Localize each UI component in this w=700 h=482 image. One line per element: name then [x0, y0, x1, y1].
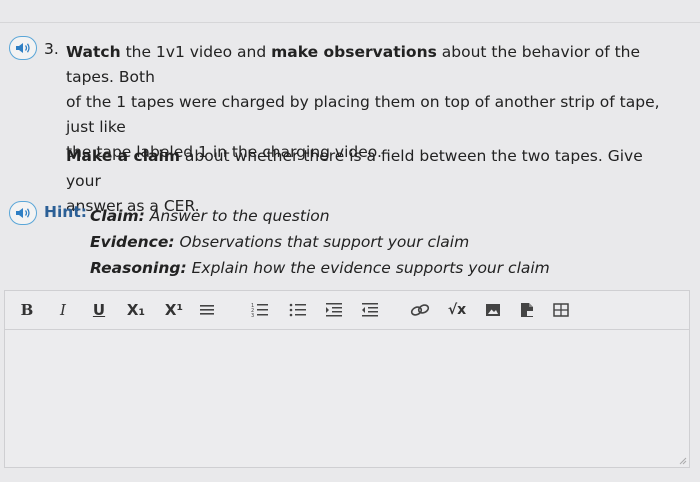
- align-icon: [200, 305, 214, 315]
- hint-claim-text: Answer to the question: [144, 207, 330, 225]
- subscript-button[interactable]: X₁: [123, 299, 149, 321]
- question-number: 3.: [44, 40, 59, 58]
- speaker-icon: [16, 208, 30, 218]
- hint-claim: Claim: Answer to the question: [90, 203, 550, 229]
- question-bold-observations: make observations: [271, 43, 437, 61]
- italic-button[interactable]: I: [53, 299, 73, 321]
- equation-button[interactable]: √x: [443, 299, 471, 321]
- image-icon: [486, 304, 500, 316]
- unordered-list-icon: [289, 303, 306, 317]
- speaker-icon: [16, 43, 30, 53]
- claim-bold: Make a claim: [66, 147, 180, 165]
- pdf-button[interactable]: [517, 299, 537, 321]
- outdent-button[interactable]: [359, 299, 381, 321]
- hint-reasoning: Reasoning: Explain how the evidence supp…: [90, 255, 550, 281]
- unordered-list-button[interactable]: [287, 299, 309, 321]
- hint-reasoning-text: Explain how the evidence supports your c…: [186, 259, 550, 277]
- editor-toolbar: B I U X₁ X¹ 1 2 3 √x: [5, 291, 689, 330]
- answer-editor: B I U X₁ X¹ 1 2 3 √x: [4, 290, 690, 468]
- resize-handle-icon[interactable]: [679, 457, 687, 465]
- ordered-list-icon: 1 2 3: [251, 303, 268, 318]
- outdent-icon: [362, 303, 378, 317]
- answer-text-area[interactable]: [5, 330, 689, 467]
- indent-button[interactable]: [323, 299, 345, 321]
- bold-button[interactable]: B: [17, 299, 37, 321]
- superscript-button[interactable]: X¹: [161, 299, 187, 321]
- pdf-icon: [521, 303, 535, 317]
- underline-button[interactable]: U: [89, 299, 109, 321]
- ordered-list-button[interactable]: 1 2 3: [249, 299, 271, 321]
- hint-claim-label: Claim:: [90, 207, 145, 225]
- read-aloud-button-question[interactable]: [9, 36, 37, 60]
- svg-text:3: 3: [251, 313, 254, 318]
- table-icon: [553, 303, 569, 317]
- hint-content: Claim: Answer to the question Evidence: …: [90, 203, 550, 281]
- hint-reasoning-label: Reasoning:: [90, 259, 187, 277]
- align-justify-button[interactable]: [197, 299, 217, 321]
- read-aloud-button-hint[interactable]: [9, 201, 37, 225]
- hint-label: Hint:: [44, 203, 87, 221]
- indent-icon: [326, 303, 342, 317]
- hint-evidence: Evidence: Observations that support your…: [90, 229, 550, 255]
- hint-evidence-text: Observations that support your claim: [174, 233, 470, 251]
- hint-evidence-label: Evidence:: [90, 233, 175, 251]
- table-button[interactable]: [551, 299, 571, 321]
- question-bold-watch: Watch: [66, 43, 121, 61]
- image-button[interactable]: [483, 299, 503, 321]
- question-text-part: the 1v1 video and: [120, 43, 272, 61]
- link-button[interactable]: [409, 299, 431, 321]
- top-divider: [0, 22, 700, 23]
- question-line-2: of the 1 tapes were charged by placing t…: [66, 93, 660, 136]
- link-icon: [410, 304, 430, 316]
